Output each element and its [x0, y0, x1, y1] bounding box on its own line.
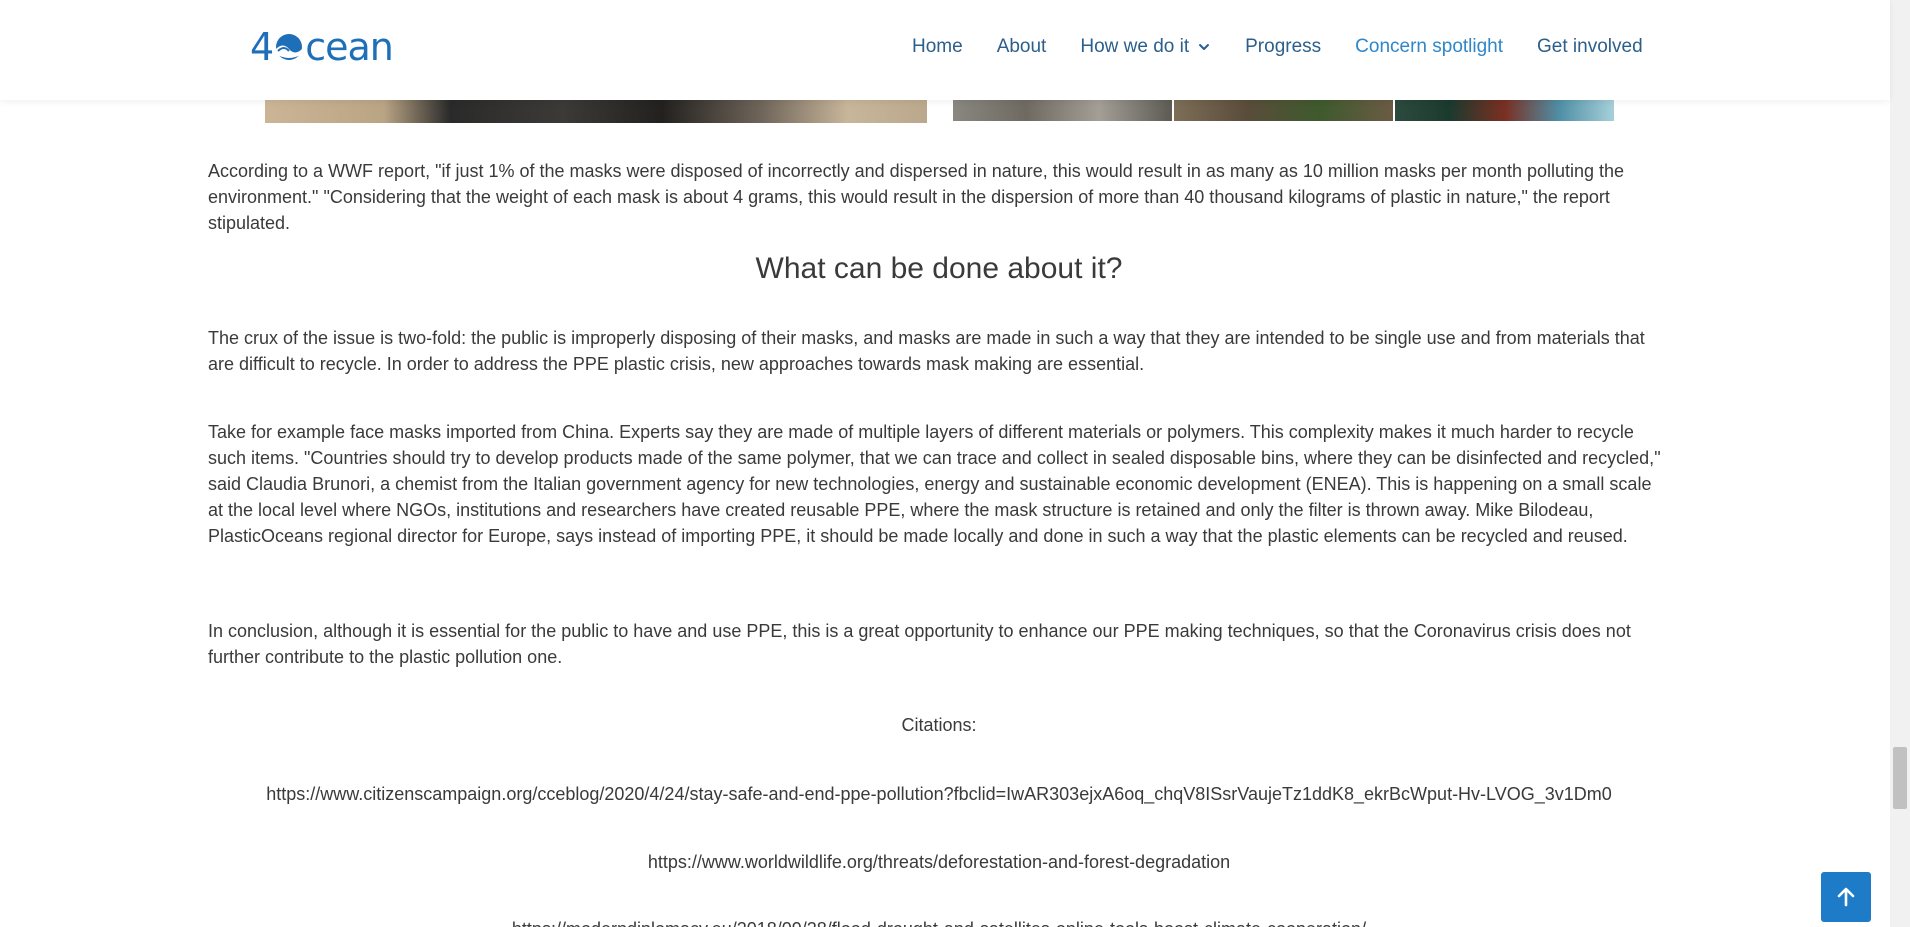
arrow-up-icon — [1837, 887, 1855, 907]
site-header: 4 cean Home About How we do it Progress … — [0, 0, 1890, 100]
paragraph-conclusion: In conclusion, although it is essential … — [208, 621, 1631, 667]
citations-label: Citations: — [901, 715, 977, 735]
main-nav: Home About How we do it Progress Concern… — [912, 36, 1643, 58]
mask-waste-photo — [265, 100, 927, 123]
nav-how-we-do-it[interactable]: How we do it — [1080, 36, 1211, 58]
photo-gallery — [953, 100, 1614, 121]
page-scrollbar[interactable] — [1890, 0, 1910, 927]
back-to-top-button[interactable] — [1821, 872, 1871, 922]
logo-text-post: cean — [305, 25, 394, 69]
gallery-photo — [953, 100, 1172, 121]
chevron-down-icon — [1199, 44, 1210, 50]
citation-link[interactable]: https://moderndiplomacy.eu/2018/09/28/fl… — [208, 916, 1670, 927]
citation-link[interactable]: https://www.citizenscampaign.org/cceblog… — [208, 781, 1670, 807]
citation-link[interactable]: https://www.worldwildlife.org/threats/de… — [208, 849, 1670, 875]
nav-about[interactable]: About — [997, 36, 1047, 58]
section-heading: What can be done about it? — [755, 252, 1123, 285]
nav-get-involved[interactable]: Get involved — [1537, 36, 1643, 58]
gallery-photo — [1395, 100, 1614, 121]
nav-home[interactable]: Home — [912, 36, 963, 58]
nav-concern-spotlight[interactable]: Concern spotlight — [1355, 36, 1503, 58]
gallery-photo — [1174, 100, 1393, 121]
nav-progress[interactable]: Progress — [1245, 36, 1321, 58]
paragraph-crux: The crux of the issue is two-fold: the p… — [208, 328, 1645, 374]
logo-text-pre: 4 — [250, 25, 274, 69]
nav-how-we-do-it-label: How we do it — [1080, 36, 1190, 57]
site-logo[interactable]: 4 cean — [250, 24, 394, 70]
paragraph-example: Take for example face masks imported fro… — [208, 422, 1661, 546]
paragraph-wwf-report: According to a WWF report, "if just 1% o… — [208, 161, 1625, 233]
wave-icon — [276, 34, 303, 60]
scrollbar-thumb[interactable] — [1893, 747, 1907, 809]
